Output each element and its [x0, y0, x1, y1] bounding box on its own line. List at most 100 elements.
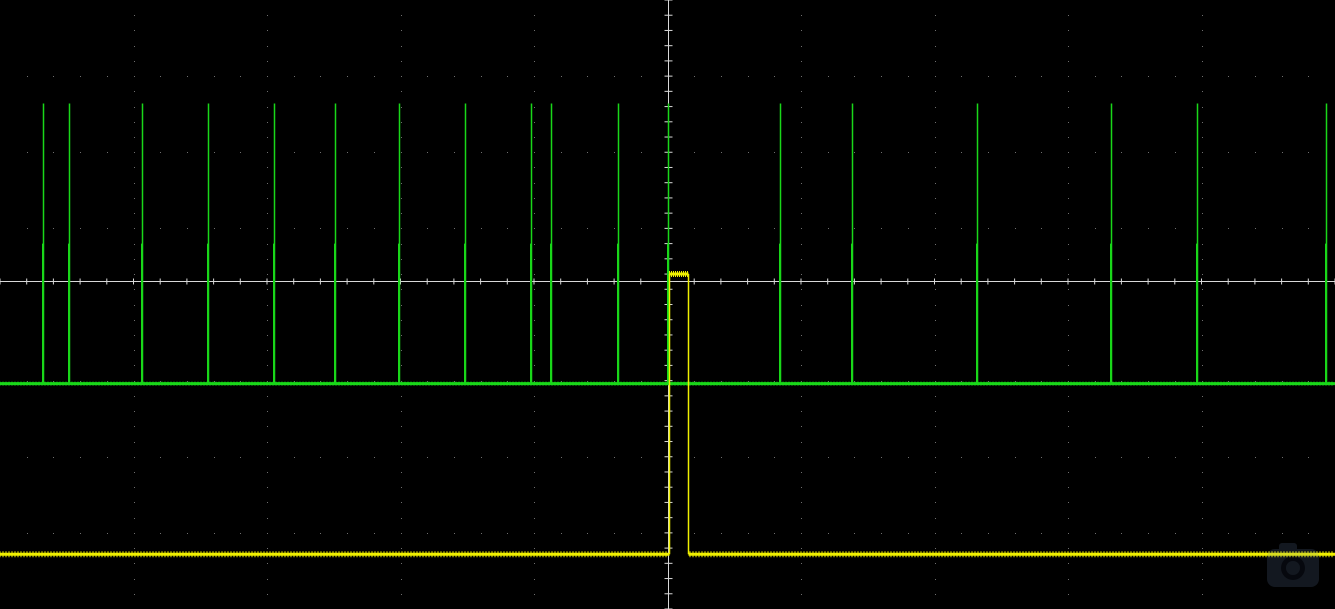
grid-dot	[1041, 533, 1042, 534]
grid-dot	[240, 228, 241, 229]
grid-dot	[401, 198, 402, 199]
grid-dot	[267, 198, 268, 199]
grid-dot	[134, 335, 135, 336]
grid-dot	[401, 396, 402, 397]
grid-dot	[401, 122, 402, 123]
grid-dot	[1228, 381, 1229, 382]
grid-dot	[935, 533, 936, 534]
grid-dot	[534, 46, 535, 47]
grid-dot	[1202, 61, 1203, 62]
grid-dot	[935, 426, 936, 427]
grid-dot	[801, 76, 802, 77]
grid-dot	[294, 533, 295, 534]
grid-dot	[267, 76, 268, 77]
grid-dot	[1068, 122, 1069, 123]
grid-dot	[80, 457, 81, 458]
grid-dot	[1202, 183, 1203, 184]
grid-dot	[801, 15, 802, 16]
grid-dot	[401, 487, 402, 488]
grid-dot	[854, 533, 855, 534]
grid-dot	[214, 152, 215, 153]
grid-dot	[1121, 228, 1122, 229]
grid-dot	[1068, 365, 1069, 366]
grid-dot	[401, 533, 402, 534]
grid-dot	[53, 152, 54, 153]
grid-dot	[134, 548, 135, 549]
grid-dot	[1121, 152, 1122, 153]
grid-dot	[534, 426, 535, 427]
grid-dot	[214, 76, 215, 77]
grid-dot	[748, 381, 749, 382]
grid-dot	[1148, 228, 1149, 229]
grid-dot	[1282, 76, 1283, 77]
grid-dot	[401, 152, 402, 153]
grid-dot	[240, 457, 241, 458]
grid-dot	[214, 533, 215, 534]
grid-dot	[587, 533, 588, 534]
grid-dot	[134, 198, 135, 199]
grid-dot	[1202, 152, 1203, 153]
grid-dot	[534, 259, 535, 260]
grid-dot	[1068, 152, 1069, 153]
grid-dot	[134, 442, 135, 443]
grid-dot	[401, 335, 402, 336]
grid-dot	[107, 457, 108, 458]
grid-dot	[614, 76, 615, 77]
grid-dot	[214, 381, 215, 382]
grid-dot	[481, 228, 482, 229]
grid-dot	[534, 76, 535, 77]
grid-dot	[347, 457, 348, 458]
grid-dot	[134, 122, 135, 123]
grid-dot	[1255, 533, 1256, 534]
grid-dot	[134, 487, 135, 488]
grid-dot	[935, 442, 936, 443]
grid-dot	[267, 122, 268, 123]
grid-dot	[1308, 76, 1309, 77]
grid-dot	[935, 548, 936, 549]
grid-dot	[80, 228, 81, 229]
grid-dot	[267, 533, 268, 534]
grid-dot	[935, 365, 936, 366]
grid-dot	[1068, 183, 1069, 184]
grid-dot	[748, 228, 749, 229]
grid-dot	[374, 228, 375, 229]
grid-dot	[80, 152, 81, 153]
grid-dot	[774, 228, 775, 229]
grid-dot	[1068, 548, 1069, 549]
grid-dot	[401, 350, 402, 351]
grid-dot	[454, 381, 455, 382]
grid-dot	[935, 46, 936, 47]
grid-dot	[908, 152, 909, 153]
grid-dot	[267, 579, 268, 580]
grid-dot	[134, 228, 135, 229]
grid-dot	[534, 365, 535, 366]
grid-dot	[534, 107, 535, 108]
grid-dot	[134, 30, 135, 31]
grid-dot	[801, 91, 802, 92]
grid-dot	[1095, 228, 1096, 229]
grid-dot	[1068, 46, 1069, 47]
grid-dot	[1068, 305, 1069, 306]
grid-dot	[1202, 335, 1203, 336]
grid-dot	[801, 518, 802, 519]
grid-dot	[1148, 533, 1149, 534]
grid-dot	[401, 30, 402, 31]
grid-dot	[1228, 152, 1229, 153]
grid-dot	[1202, 442, 1203, 443]
grid-dot	[935, 76, 936, 77]
grid-dot	[294, 152, 295, 153]
grid-dot	[534, 91, 535, 92]
grid-dot	[801, 426, 802, 427]
grid-dot	[401, 457, 402, 458]
grid-dot	[641, 457, 642, 458]
grid-dot	[427, 533, 428, 534]
grid-dot	[267, 46, 268, 47]
grid-dot	[1255, 76, 1256, 77]
grid-dot	[1202, 30, 1203, 31]
grid-dot	[614, 457, 615, 458]
grid-dot	[801, 183, 802, 184]
grid-dot	[134, 350, 135, 351]
grid-dot	[1228, 228, 1229, 229]
grid-dot	[935, 15, 936, 16]
grid-dot	[454, 228, 455, 229]
